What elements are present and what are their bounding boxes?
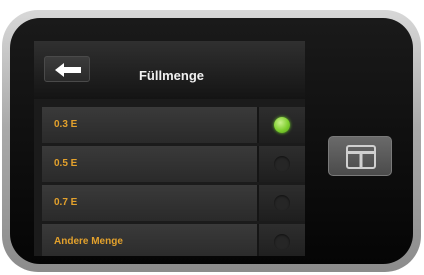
option-label: 0.7 E [54, 197, 78, 208]
header-bar: Füllmenge [34, 41, 305, 99]
radio-indicator[interactable] [274, 156, 290, 172]
option-row-0-7[interactable]: 0.7 E [42, 185, 305, 221]
radio-cell[interactable] [257, 224, 305, 256]
home-button[interactable] [328, 136, 392, 176]
pump-device: Füllmenge 0.3 E 0.5 E 0.7 E Andere Menge [2, 10, 421, 272]
option-row-0-5[interactable]: 0.5 E [42, 146, 305, 182]
radio-cell[interactable] [257, 107, 305, 143]
option-row-other[interactable]: Andere Menge [42, 224, 305, 256]
t-logo-icon [346, 145, 376, 169]
option-label: 0.3 E [54, 119, 78, 130]
radio-cell[interactable] [257, 185, 305, 221]
radio-indicator[interactable] [274, 195, 290, 211]
touch-screen: Füllmenge 0.3 E 0.5 E 0.7 E Andere Menge [34, 41, 305, 256]
option-label: 0.5 E [54, 158, 78, 169]
option-row-0-3[interactable]: 0.3 E [42, 107, 305, 143]
option-list: 0.3 E 0.5 E 0.7 E Andere Menge [42, 107, 305, 256]
option-label: Andere Menge [54, 236, 123, 247]
radio-selected-indicator[interactable] [274, 117, 290, 133]
page-title: Füllmenge [138, 68, 204, 83]
radio-indicator[interactable] [274, 234, 290, 250]
radio-cell[interactable] [257, 146, 305, 182]
